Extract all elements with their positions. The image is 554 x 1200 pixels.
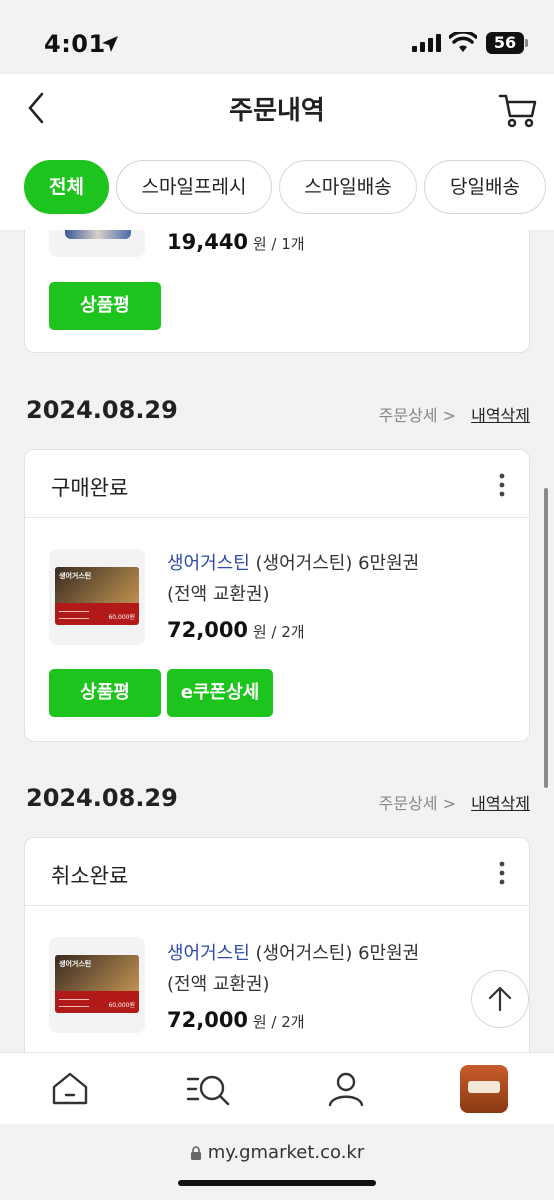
tab-smile-delivery[interactable]: 스마일배송 — [279, 160, 417, 214]
delete-history-link[interactable]: 내역삭제 — [471, 790, 530, 814]
scrollbar-thumb[interactable] — [544, 488, 548, 788]
product-name[interactable]: 생어거스틴 (생어거스틴) 6만원권 (전액 교환권) — [167, 548, 467, 610]
order-status-header: 구매완료 — [25, 450, 529, 518]
order-list[interactable]: 19,440 원 / 1개 상품평 2024.08.29 주문상세 > 내역삭제… — [0, 230, 554, 1052]
price-line: 19,440 원 / 1개 — [167, 230, 305, 254]
home-icon[interactable] — [50, 1069, 90, 1109]
ecoupon-detail-button[interactable]: e쿠폰상세 — [167, 669, 273, 717]
filter-tabs: 전체 스마일프레시 스마일배송 당일배송 — [24, 160, 554, 214]
home-indicator[interactable] — [178, 1180, 376, 1186]
bottom-nav — [0, 1052, 554, 1124]
app-header: 주문내역 전체 스마일프레시 스마일배송 당일배송 — [0, 74, 554, 230]
order-card: 구매완료 생어거스틴 60,000원 생어거스틴 (생어거스틴) 6만원권 (전… — [24, 449, 530, 742]
price-line: 72,000 원 / 2개 — [167, 1008, 305, 1032]
location-arrow-icon — [102, 36, 118, 52]
product-name-rest: (생어거스틴) 6만원권 — [249, 943, 420, 964]
coupon-amount: 60,000원 — [108, 1002, 135, 1009]
order-detail-link[interactable]: 주문상세 > — [379, 402, 456, 426]
recent-item-thumbnail[interactable] — [460, 1065, 508, 1113]
category-search-icon[interactable] — [186, 1069, 232, 1109]
wifi-icon — [449, 32, 477, 52]
price: 72,000 — [167, 1008, 249, 1032]
status-bar: 4:01 56 — [0, 0, 554, 74]
unit-qty: 원 / 2개 — [252, 1013, 305, 1031]
tab-smile-fresh[interactable]: 스마일프레시 — [116, 160, 272, 214]
unit-qty: 원 / 2개 — [252, 623, 305, 641]
review-button[interactable]: 상품평 — [49, 669, 161, 717]
tab-all[interactable]: 전체 — [24, 160, 109, 214]
order-date-row: 2024.08.29 주문상세 > 내역삭제 — [26, 784, 530, 818]
delete-history-link[interactable]: 내역삭제 — [471, 402, 530, 426]
order-card: 취소완료 생어거스틴 60,000원 생어거스틴 (생어거스틴) 6만원권 (전… — [24, 837, 530, 1052]
order-status: 구매완료 — [51, 476, 129, 500]
coupon-brand: 생어거스틴 — [59, 960, 92, 968]
order-card-partial: 19,440 원 / 1개 상품평 — [24, 230, 530, 353]
order-status-header: 취소완료 — [25, 838, 529, 906]
url-text: my.gmarket.co.kr — [207, 1142, 365, 1163]
more-options-icon[interactable] — [497, 860, 507, 886]
product-brand[interactable]: 생어거스틴 — [167, 553, 250, 574]
review-button[interactable]: 상품평 — [49, 282, 161, 330]
browser-url-bar[interactable]: my.gmarket.co.kr — [0, 1124, 554, 1200]
gift-card-image: 생어거스틴 60,000원 — [55, 955, 139, 1013]
url-display[interactable]: my.gmarket.co.kr — [0, 1142, 554, 1163]
product-brand[interactable]: 생어거스틴 — [167, 943, 250, 964]
scroll-to-top-button[interactable] — [471, 970, 529, 1028]
product-thumbnail-partial[interactable] — [49, 230, 145, 257]
cart-icon[interactable] — [498, 90, 538, 130]
unit-qty: 원 / 1개 — [252, 235, 305, 253]
product-thumbnail[interactable]: 생어거스틴 60,000원 — [49, 937, 145, 1033]
product-name-line2: (전액 교환권) — [167, 974, 270, 995]
product-name-rest: (생어거스틴) 6만원권 — [249, 553, 420, 574]
order-date: 2024.08.29 — [26, 396, 178, 424]
price-line: 72,000 원 / 2개 — [167, 618, 305, 642]
tab-same-day-delivery[interactable]: 당일배송 — [424, 160, 546, 214]
order-date: 2024.08.29 — [26, 784, 178, 812]
coupon-brand: 생어거스틴 — [59, 572, 92, 580]
gift-card-image: 생어거스틴 60,000원 — [55, 567, 139, 625]
order-status: 취소완료 — [51, 864, 129, 888]
order-date-row: 2024.08.29 주문상세 > 내역삭제 — [26, 396, 530, 430]
more-options-icon[interactable] — [497, 472, 507, 498]
lock-icon — [190, 1146, 201, 1160]
order-detail-link[interactable]: 주문상세 > — [379, 790, 456, 814]
cellular-signal-icon — [412, 34, 441, 52]
arrow-up-icon — [488, 986, 512, 1012]
product-name-line2: (전액 교환권) — [167, 584, 270, 605]
battery-icon: 56 — [486, 32, 528, 54]
page-title: 주문내역 — [229, 96, 325, 126]
product-thumbnail[interactable]: 생어거스틴 60,000원 — [49, 549, 145, 645]
price: 72,000 — [167, 618, 249, 642]
coupon-amount: 60,000원 — [108, 614, 135, 621]
my-page-icon[interactable] — [326, 1069, 366, 1109]
price: 19,440 — [167, 230, 249, 254]
status-time: 4:01 — [44, 30, 106, 58]
product-name[interactable]: 생어거스틴 (생어거스틴) 6만원권 (전액 교환권) — [167, 938, 467, 1000]
